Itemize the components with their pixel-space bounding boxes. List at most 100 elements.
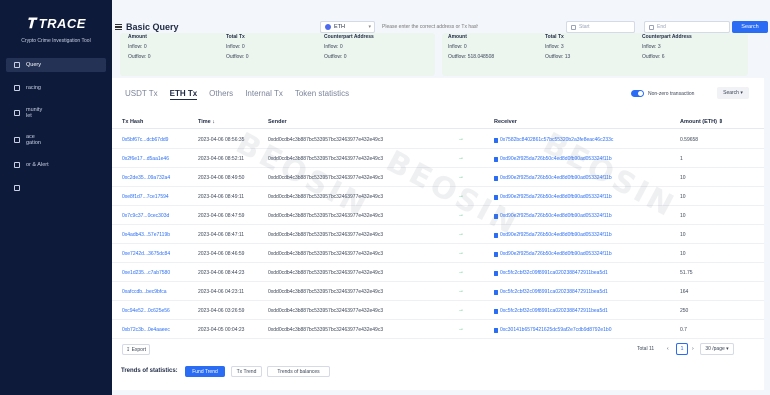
tx-amount: 10 <box>680 232 686 238</box>
search-button[interactable]: Search <box>732 21 768 33</box>
tx-hash-link[interactable]: 0x4adb43...57e7119b <box>122 232 170 238</box>
table-row[interactable]: 0xc2de35...09a732a4 2023-04-06 08:49:50 0x… <box>112 168 764 187</box>
summary-head: Counterpart Address <box>324 34 374 40</box>
arrow-right-icon: → <box>458 231 464 237</box>
tx-receiver[interactable]: 0x7582bc8402861c57bc55320b2a3fe8eac46c23… <box>494 137 613 143</box>
tx-sender[interactable]: 0xdd0cdb4c3b887bc533957bc32463977e432e49… <box>268 137 383 143</box>
tx-time: 2023-04-06 08:56:35 <box>198 137 245 143</box>
sidebar-item-tracing[interactable]: racing <box>6 81 106 95</box>
search-input[interactable] <box>378 21 478 33</box>
search-dropdown[interactable]: Search ▾ <box>717 87 749 99</box>
summary-counterpart: Counterpart Address Inflow: 0 Outflow: 0 <box>324 33 374 60</box>
tab-usdt-tx[interactable]: USDT Tx <box>125 89 158 100</box>
table-row[interactable]: 0x7c9c37...0cec303d 2023-04-06 08:47:59 0x… <box>112 206 764 225</box>
chain-select[interactable]: ETH ▾ <box>320 21 375 33</box>
sort-down-icon: ↓ <box>212 119 216 125</box>
table-row[interactable]: 0xe1d235...c7ab7580 2023-04-06 08:44:23 0x… <box>112 263 764 282</box>
sidebar-item-monitor[interactable]: or & Alert <box>6 158 106 172</box>
tx-sender[interactable]: 0xdd0cdb4c3b887bc533957bc32463977e432e49… <box>268 308 383 314</box>
tx-receiver[interactable]: 0xc5fc2cbf32c09f8991ca0202388472911bea5d… <box>494 270 608 276</box>
export-button[interactable]: ↧ Export <box>122 344 150 355</box>
prev-page-icon[interactable]: ‹ <box>667 346 669 352</box>
per-page-select[interactable]: 30 /page ▾ <box>700 343 734 355</box>
tx-sender[interactable]: 0xdd0cdb4c3b887bc533957bc32463977e432e49… <box>268 251 383 257</box>
end-date-field[interactable]: End <box>644 21 730 33</box>
tx-receiver-address: 0xd90e2f925da726b50c4ed8d0fb90ad053324f1… <box>500 213 612 219</box>
tx-receiver[interactable]: 0xd90e2f925da726b50c4ed8d0fb90ad053324f1… <box>494 156 612 162</box>
tracing-icon <box>14 85 20 91</box>
contract-icon <box>494 289 498 295</box>
export-label: Export <box>131 346 147 353</box>
sidebar-item-community[interactable]: munity let <box>6 104 106 122</box>
tx-sender[interactable]: 0xdd0cdb4c3b887bc533957bc32463977e432e49… <box>268 194 383 200</box>
arrow-right-icon: → <box>458 269 464 275</box>
table-row[interactable]: 0xb72c3b...0e4aaeec 2023-04-05 00:04:23 0x… <box>112 320 764 339</box>
non-zero-toggle[interactable] <box>631 90 644 97</box>
eth-icon <box>325 24 331 30</box>
menu-icon[interactable] <box>115 24 122 30</box>
table-row[interactable]: 0x2f6e17...d5aa1e46 2023-04-06 08:52:11 0x… <box>112 149 764 168</box>
table-row[interactable]: 0xafccdb...bec9bfca 2023-04-06 04:23:11 0x… <box>112 282 764 301</box>
table-row[interactable]: 0x5bf67c...dcb67dd9 2023-04-06 08:56:35 0x… <box>112 130 764 149</box>
tx-sender[interactable]: 0xdd0cdb4c3b887bc533957bc32463977e432e49… <box>268 270 383 276</box>
tx-receiver-address: 0xd90e2f925da726b50c4ed8d0fb90ad053324f1… <box>500 156 612 162</box>
tx-time: 2023-04-06 08:46:59 <box>198 251 245 257</box>
tx-sender[interactable]: 0xdd0cdb4c3b887bc533957bc32463977e432e49… <box>268 175 383 181</box>
tx-time: 2023-04-06 08:49:50 <box>198 175 245 181</box>
table-row[interactable]: 0xc94e52...0c625e56 2023-04-06 03:26:59 0x… <box>112 301 764 320</box>
tx-receiver[interactable]: 0xc5fc2cbf32c09f8991ca0202388472911bea5d… <box>494 289 608 295</box>
balances-trend-button[interactable]: Trends of balances <box>267 366 330 377</box>
tx-hash-link[interactable]: 0xe8f1d7...7ce17594 <box>122 194 169 200</box>
tx-time: 2023-04-06 08:47:11 <box>198 232 245 238</box>
tx-receiver[interactable]: 0xd90e2f925da726b50c4ed8d0fb90ad053324f1… <box>494 232 612 238</box>
fund-trend-button[interactable]: Fund Trend <box>185 366 225 377</box>
tx-hash-link[interactable]: 0x7c9c37...0cec303d <box>122 213 169 219</box>
tx-receiver-address: 0xd90e2f925da726b50c4ed8d0fb90ad053324f1… <box>500 232 612 238</box>
tx-receiver[interactable]: 0xd90e2f925da726b50c4ed8d0fb90ad053324f1… <box>494 175 612 181</box>
sidebar-item-extra[interactable] <box>6 181 106 195</box>
tx-hash-link[interactable]: 0xe1d235...c7ab7580 <box>122 270 170 276</box>
non-zero-toggle-label: Non-zero transaction <box>648 91 695 97</box>
tx-hash-link[interactable]: 0xafccdb...bec9bfca <box>122 289 166 295</box>
sidebar-item-investigation[interactable]: ace gation <box>6 131 106 149</box>
tx-receiver[interactable]: 0xd90e2f925da726b50c4ed8d0fb90ad053324f1… <box>494 194 612 200</box>
contract-icon <box>494 194 498 200</box>
tx-receiver[interactable]: 0xc30141b6579421625dc59af2e7cdb9d8792e1b… <box>494 327 612 333</box>
sidebar-item-query[interactable]: Query <box>6 58 106 72</box>
tx-sender[interactable]: 0xdd0cdb4c3b887bc533957bc32463977e432e49… <box>268 213 383 219</box>
page-number[interactable]: 1 <box>676 343 688 355</box>
summary-outflow: Outflow: 0 <box>226 54 249 60</box>
tab-eth-tx[interactable]: ETH Tx <box>169 89 198 100</box>
search-dropdown-label: Search <box>723 90 739 96</box>
tx-sender[interactable]: 0xdd0cdb4c3b887bc533957bc32463977e432e49… <box>268 327 383 333</box>
tx-receiver[interactable]: 0xc5fc2cbf32c09f8991ca0202388472911bea5d… <box>494 308 608 314</box>
next-page-icon[interactable]: › <box>692 346 694 352</box>
tab-token-statistics[interactable]: Token statistics <box>295 89 349 100</box>
chevron-down-icon: ▾ <box>724 346 729 352</box>
tx-hash-link[interactable]: 0xc2de35...09a732a4 <box>122 175 170 181</box>
tx-trend-button[interactable]: Tx Trend <box>231 366 262 377</box>
tx-sender[interactable]: 0xdd0cdb4c3b887bc533957bc32463977e432e49… <box>268 289 383 295</box>
col-amount[interactable]: Amount (ETH) ⇕ <box>680 119 723 125</box>
tab-others[interactable]: Others <box>209 89 233 100</box>
tx-hash-link[interactable]: 0xb72c3b...0e4aaeec <box>122 327 170 333</box>
table-row[interactable]: 0xe8f1d7...7ce17594 2023-04-06 08:49:11 0x… <box>112 187 764 206</box>
tx-receiver[interactable]: 0xd90e2f925da726b50c4ed8d0fb90ad053324f1… <box>494 251 612 257</box>
table-row[interactable]: 0x4adb43...57e7119b 2023-04-06 08:47:11 0x… <box>112 225 764 244</box>
tx-sender[interactable]: 0xdd0cdb4c3b887bc533957bc32463977e432e49… <box>268 156 383 162</box>
sidebar-item-label: racing <box>26 84 41 91</box>
summary-head: Amount <box>128 34 147 40</box>
table-row[interactable]: 0xe7242d...3675dc84 2023-04-06 08:46:59 0x… <box>112 244 764 263</box>
tx-hash-link[interactable]: 0xc94e52...0c625e56 <box>122 308 170 314</box>
col-time[interactable]: Time ↓ <box>198 119 215 125</box>
summary-inflow: Inflow: 0 <box>448 44 467 50</box>
tx-receiver[interactable]: 0xd90e2f925da726b50c4ed8d0fb90ad053324f1… <box>494 213 612 219</box>
tx-hash-link[interactable]: 0x5bf67c...dcb67dd9 <box>122 137 168 143</box>
start-date-field[interactable]: Start <box>566 21 635 33</box>
sort-icon: ⇕ <box>718 119 724 125</box>
tx-hash-link[interactable]: 0xe7242d...3675dc84 <box>122 251 170 257</box>
tx-hash-link[interactable]: 0x2f6e17...d5aa1e46 <box>122 156 169 162</box>
tab-internal-tx[interactable]: Internal Tx <box>245 89 283 100</box>
tx-sender[interactable]: 0xdd0cdb4c3b887bc533957bc32463977e432e49… <box>268 232 383 238</box>
arrow-right-icon: → <box>458 155 464 161</box>
